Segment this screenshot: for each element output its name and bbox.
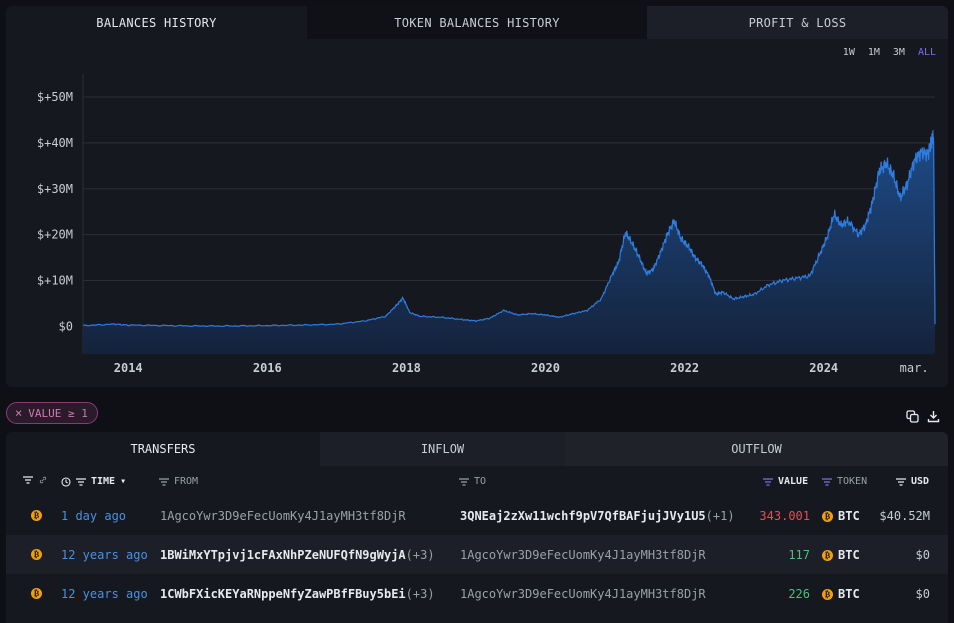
- table-row[interactable]: ₿ 1 day ago 1AgcoYwr3D9eFecUomKy4J1ayMH3…: [6, 496, 948, 535]
- y-tick-label: $+20M: [37, 228, 73, 242]
- value-filter-chip[interactable]: × VALUE ≥ 1: [6, 402, 98, 424]
- table-header: TIME ▾ FROM TO VALUE TOKEN USD: [6, 466, 948, 496]
- tab-outflow[interactable]: OUTFLOW: [565, 432, 948, 466]
- filter-icon[interactable]: [159, 477, 169, 486]
- y-tick-label: $+30M: [37, 182, 73, 196]
- token-symbol: BTC: [838, 509, 860, 523]
- sort-desc-icon[interactable]: ▾: [120, 476, 126, 487]
- to-address[interactable]: 1AgcoYwr3D9eFecUomKy4J1ayMH3tf8DjR: [460, 548, 706, 562]
- bitcoin-chain-icon: ₿: [31, 549, 42, 560]
- clock-icon: [61, 476, 71, 487]
- bitcoin-icon: ₿: [822, 510, 833, 522]
- bitcoin-icon: ₿: [822, 588, 833, 600]
- from-header-label: FROM: [174, 476, 199, 487]
- row-value: 117: [788, 548, 810, 562]
- row-token[interactable]: ₿ BTC: [822, 548, 860, 562]
- to-address[interactable]: 1AgcoYwr3D9eFecUomKy4J1ayMH3tf8DjR: [460, 587, 706, 601]
- row-token[interactable]: ₿ BTC: [822, 509, 860, 523]
- filter-icon[interactable]: [23, 476, 33, 484]
- y-tick-label: $+40M: [37, 136, 73, 150]
- value-column-header[interactable]: VALUE: [763, 476, 808, 487]
- remove-filter-icon[interactable]: ×: [15, 406, 22, 420]
- balance-area: [83, 130, 935, 354]
- balance-chart: $+50M $+40M $+30M $+20M $+10M $0 2014 2016 2018…: [37, 74, 936, 375]
- balances-panel: BALANCES HISTORY TOKEN BALANCES HISTORY …: [6, 6, 948, 387]
- download-icon[interactable]: [927, 410, 940, 423]
- row-value: 343.001: [759, 509, 810, 523]
- tab-transfers[interactable]: TRANSFERS: [6, 432, 320, 466]
- chain-filter[interactable]: [23, 476, 48, 484]
- token-symbol: BTC: [838, 587, 860, 601]
- filter-chip-label: VALUE ≥ 1: [28, 406, 88, 420]
- tab-profit-loss[interactable]: PROFIT & LOSS: [647, 6, 948, 39]
- row-from: 1AgcoYwr3D9eFecUomKy4J1ayMH3tf8DjR: [160, 509, 406, 523]
- filter-icon[interactable]: [459, 477, 469, 486]
- table-row[interactable]: ₿ 12 years ago 1CWbFXicKEYaRNppeNfyZawPB…: [6, 574, 948, 613]
- x-tick-label: 2020: [531, 361, 560, 375]
- time-column-header[interactable]: TIME ▾: [61, 476, 126, 487]
- usd-column-header[interactable]: USD: [896, 476, 929, 487]
- row-usd: $40.52M: [879, 509, 930, 523]
- transfers-panel: TRANSFERS INFLOW OUTFLOW TIME ▾ FROM TO …: [6, 432, 948, 623]
- tab-inflow[interactable]: INFLOW: [320, 432, 565, 466]
- x-tick-label: 2014: [114, 361, 143, 375]
- from-address[interactable]: 1BWiMxYTpjvj1cFAxNhPZeNUFQfN9gWyjA: [160, 548, 406, 562]
- to-extra-count[interactable]: (+1): [706, 509, 735, 523]
- bitcoin-chain-icon: ₿: [31, 510, 42, 521]
- x-tick-label: 2022: [670, 361, 699, 375]
- row-token[interactable]: ₿ BTC: [822, 587, 860, 601]
- from-extra-count[interactable]: (+3): [406, 587, 435, 601]
- y-tick-label: $+10M: [37, 274, 73, 288]
- filter-icon[interactable]: [76, 477, 86, 486]
- row-from: 1CWbFXicKEYaRNppeNfyZawPBfFBuy5bEi(+3): [160, 587, 435, 601]
- from-column-header[interactable]: FROM: [159, 476, 198, 487]
- row-usd: $0: [915, 548, 930, 562]
- x-tick-label: 2016: [253, 361, 282, 375]
- filter-icon[interactable]: [763, 477, 773, 486]
- from-extra-count[interactable]: (+3): [406, 548, 435, 562]
- bitcoin-icon: ₿: [822, 549, 833, 561]
- row-to: 3QNEaj2zXw11wchf9pV7QfBAFjujJVy1U5(+1): [460, 509, 735, 523]
- y-tick-label: $+50M: [37, 90, 73, 104]
- table-tools: [906, 410, 940, 423]
- from-address[interactable]: 1AgcoYwr3D9eFecUomKy4J1ayMH3tf8DjR: [160, 509, 406, 523]
- table-row[interactable]: ₿ 12 years ago 1BWiMxYTpjvj1cFAxNhPZeNUF…: [6, 535, 948, 574]
- tab-token-balances-history[interactable]: TOKEN BALANCES HISTORY: [307, 6, 647, 39]
- row-time[interactable]: 12 years ago: [61, 548, 148, 562]
- link-icon[interactable]: [38, 476, 48, 484]
- token-column-header[interactable]: TOKEN: [822, 476, 867, 487]
- row-to: 1AgcoYwr3D9eFecUomKy4J1ayMH3tf8DjR: [460, 587, 706, 601]
- filter-icon[interactable]: [822, 477, 832, 486]
- bitcoin-chain-icon: ₿: [31, 588, 42, 599]
- value-header-label: VALUE: [778, 476, 809, 487]
- row-usd: $0: [915, 587, 930, 601]
- row-value: 226: [788, 587, 810, 601]
- tab-balances-history[interactable]: BALANCES HISTORY: [6, 6, 307, 39]
- to-address[interactable]: 3QNEaj2zXw11wchf9pV7QfBAFjujJVy1U5: [460, 509, 706, 523]
- to-column-header[interactable]: TO: [459, 476, 486, 487]
- row-time[interactable]: 1 day ago: [61, 509, 126, 523]
- to-header-label: TO: [474, 476, 487, 487]
- usd-header-label: USD: [911, 476, 930, 487]
- filter-icon[interactable]: [896, 477, 906, 486]
- chart-tabs: BALANCES HISTORY TOKEN BALANCES HISTORY …: [6, 6, 948, 39]
- from-address[interactable]: 1CWbFXicKEYaRNppeNfyZawPBfFBuy5bEi: [160, 587, 406, 601]
- row-from: 1BWiMxYTpjvj1cFAxNhPZeNUFQfN9gWyjA(+3): [160, 548, 435, 562]
- x-tick-label: 2018: [392, 361, 421, 375]
- row-time[interactable]: 12 years ago: [61, 587, 148, 601]
- table-tabs: TRANSFERS INFLOW OUTFLOW: [6, 432, 948, 466]
- x-tick-label: 2024: [809, 361, 838, 375]
- row-to: 1AgcoYwr3D9eFecUomKy4J1ayMH3tf8DjR: [460, 548, 706, 562]
- token-symbol: BTC: [838, 548, 860, 562]
- copy-icon[interactable]: [906, 410, 919, 423]
- y-tick-label: $0: [59, 319, 73, 333]
- time-header-label: TIME: [91, 476, 116, 487]
- x-tick-label: mar.: [900, 361, 929, 375]
- token-header-label: TOKEN: [837, 476, 868, 487]
